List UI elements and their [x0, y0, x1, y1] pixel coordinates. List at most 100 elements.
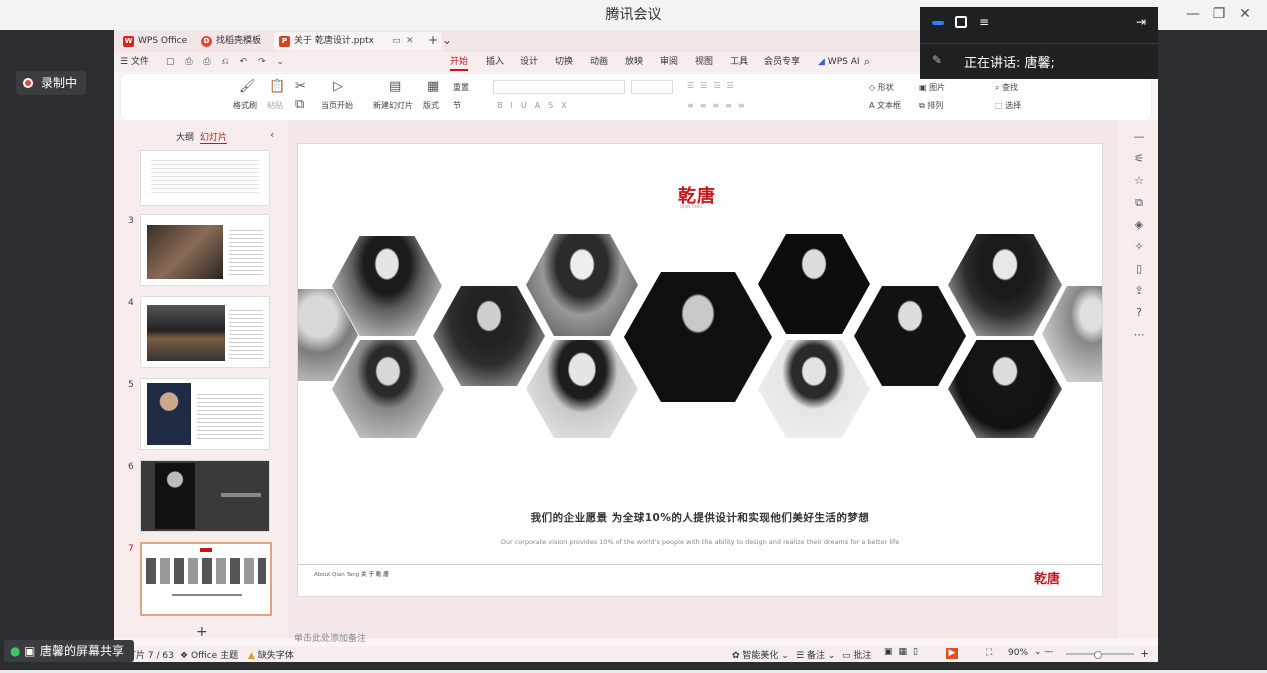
menu-tab-member[interactable]: 会员专享 — [764, 55, 800, 69]
paste-label[interactable]: 粘贴 — [267, 100, 283, 112]
animation-icon[interactable]: ✧ — [1132, 240, 1146, 254]
minus-icon[interactable]: — — [1132, 130, 1146, 144]
new-slide-label[interactable]: 新建幻灯片 — [373, 100, 413, 112]
slideshow-play-icon[interactable]: ▶ — [946, 648, 958, 659]
menu-tab-tools[interactable]: 工具 — [730, 55, 748, 69]
thumb-text — [197, 391, 263, 441]
menu-tab-review[interactable]: 审阅 — [660, 55, 678, 69]
select-label: 选择 — [1005, 101, 1022, 110]
find-button[interactable]: ⌕ 查找 — [995, 82, 1018, 94]
zoom-value[interactable]: 90% — [1008, 648, 1028, 658]
tab-wps-office[interactable]: W WPS Office — [118, 32, 208, 50]
menu-tab-animation[interactable]: 动画 — [590, 55, 608, 69]
tab-slides[interactable]: 幻灯片 — [200, 130, 228, 144]
notes-placeholder[interactable]: 单击此处添加备注 — [294, 631, 366, 644]
book-icon[interactable]: ▯ — [1132, 262, 1146, 276]
beautify-button[interactable]: ✿ 智能美化 ⌄ — [732, 648, 789, 661]
section-button[interactable]: 节 — [453, 100, 461, 112]
help-icon[interactable]: ? — [1132, 306, 1146, 320]
menu-tab-home[interactable]: 开始 — [450, 55, 469, 71]
recording-badge[interactable]: 录制中 — [16, 71, 86, 95]
shape-button[interactable]: ◇ 形状 — [869, 82, 894, 94]
list-icon[interactable]: ≡ — [979, 15, 989, 29]
thumb-text — [229, 227, 263, 277]
missing-font-button[interactable]: ▲ 缺失字体 — [248, 648, 294, 661]
menu-tab-slideshow[interactable]: 放映 — [625, 55, 643, 69]
play-current-label[interactable]: 当页开始 — [321, 100, 353, 112]
portrait-hexagon — [758, 340, 870, 438]
menu-tab-view[interactable]: 视图 — [695, 55, 713, 69]
view-mode-buttons[interactable]: ▣▦▯ — [884, 647, 924, 657]
copy-icon[interactable]: ⧉ — [295, 98, 304, 112]
thumb-content — [151, 157, 259, 193]
arrange-button[interactable]: ⧉ 排列 — [919, 100, 943, 112]
select-button[interactable]: ⬚ 选择 — [995, 100, 1021, 112]
exit-panel-icon[interactable]: ⇥ — [1136, 15, 1146, 29]
font-size-select[interactable] — [631, 80, 673, 94]
picture-button[interactable]: ▣ 图片 — [919, 82, 945, 94]
add-slide-button[interactable]: + — [196, 624, 208, 640]
slide-thumbnail[interactable] — [140, 460, 270, 532]
portrait-hexagon — [433, 286, 545, 386]
thumb-photo — [155, 463, 195, 529]
reset-button[interactable]: 重置 — [453, 82, 469, 94]
window-icon[interactable] — [955, 16, 967, 28]
footer-left: About Qian Tang 关 于 乾 唐 — [314, 570, 389, 578]
menu-file[interactable]: ☰ 文件 — [120, 55, 149, 69]
star-icon[interactable]: ☆ — [1132, 174, 1146, 188]
slide-thumbnail[interactable] — [140, 214, 270, 286]
minimize-icon[interactable]: — — [1182, 4, 1204, 24]
new-slide-icon[interactable]: ▤ — [389, 80, 401, 94]
layout-label[interactable]: 版式 — [423, 100, 439, 112]
share-icon[interactable]: ⇪ — [1132, 284, 1146, 298]
menu-tab-design[interactable]: 设计 — [520, 55, 538, 69]
paragraph-buttons[interactable]: ☰☰☰☰ — [687, 80, 740, 92]
slide-thumbnail[interactable] — [140, 150, 270, 206]
slide-thumbnail[interactable] — [140, 378, 270, 450]
more-icon[interactable]: ⋯ — [1132, 328, 1146, 342]
align-buttons[interactable]: ≡≡≡≡≡ — [687, 100, 751, 112]
settings-sliders-icon[interactable]: ⚟ — [1132, 152, 1146, 166]
monitor-icon[interactable]: ▭ — [392, 32, 401, 50]
theme-icon[interactable]: ◈ — [1132, 218, 1146, 232]
format-painter-label[interactable]: 格式刷 — [233, 100, 257, 112]
cut-icon[interactable]: ✂ — [295, 80, 306, 94]
new-tab-icon[interactable]: + ⌄ — [428, 33, 452, 47]
tab-pptx[interactable]: P 关于 乾唐设计.pptx ▭ ✕ — [274, 32, 442, 50]
layout-icon[interactable]: ▦ — [427, 80, 439, 94]
wps-ai-label: WPS AI — [827, 57, 860, 67]
font-name-select[interactable] — [493, 80, 625, 94]
collapse-panel-icon[interactable]: ‹ — [270, 128, 274, 141]
screen-share-badge[interactable]: ● ▣ 唐馨的屏幕共享 — [4, 640, 134, 662]
format-painter-icon[interactable]: 🖌 — [239, 80, 256, 94]
zoom-slider-handle[interactable] — [1094, 651, 1102, 659]
fit-window-icon[interactable]: ⛶ — [986, 648, 992, 658]
theme-label[interactable]: ❖ Office 主题 — [180, 648, 238, 661]
slide-canvas[interactable]: 乾唐 QIAN TANG 我们的企业愿景 为全球10%的人提供设计和实现他们美好… — [297, 143, 1103, 597]
search-icon[interactable]: ⌕ — [864, 55, 870, 69]
menu-tab-transition[interactable]: 切换 — [555, 55, 573, 69]
copy-icon[interactable]: ⧉ — [1132, 196, 1146, 210]
maximize-icon[interactable]: ❐ — [1208, 4, 1230, 24]
textbox-button[interactable]: A 文本框 — [869, 100, 901, 112]
font-style-buttons[interactable]: BIUASX — [497, 100, 575, 112]
close-icon[interactable]: ✕ — [1234, 4, 1256, 24]
notes-button[interactable]: ☰ 备注 ⌄ — [796, 648, 835, 661]
thumb-text — [172, 594, 242, 596]
menu-tab-insert[interactable]: 插入 — [486, 55, 504, 69]
notes-bar[interactable]: 单击此处添加备注 — [288, 628, 1118, 646]
tab-outline[interactable]: 大纲 — [176, 130, 194, 143]
slide-thumbnail[interactable] — [140, 296, 270, 368]
beautify-label: 智能美化 — [742, 651, 779, 661]
slide-number: 5 — [128, 380, 134, 390]
zoom-out-icon[interactable]: ⌄ — — [1034, 647, 1053, 657]
close-tab-icon[interactable]: ✕ — [406, 32, 414, 50]
play-icon[interactable]: ▷ — [333, 80, 343, 94]
zoom-in-icon[interactable]: + — [1140, 647, 1149, 660]
slide-thumbnail-active[interactable] — [140, 542, 272, 616]
comments-button[interactable]: ▭ 批注 — [842, 648, 871, 661]
minimize-panel-icon[interactable] — [932, 21, 944, 25]
menu-wps-ai[interactable]: ◢ WPS AI — [818, 55, 860, 69]
paste-icon[interactable]: 📋 — [269, 80, 285, 94]
quick-access-toolbar[interactable]: ▢ ⎙ ⎙ ⎌ ↶ ↷ ⌄ — [166, 55, 288, 69]
